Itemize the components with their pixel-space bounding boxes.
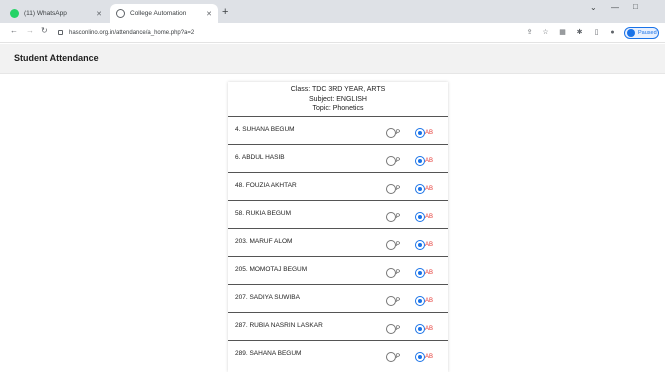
maximize-icon[interactable]: □ (633, 2, 638, 11)
absent-radio[interactable] (415, 296, 425, 306)
absent-radio[interactable] (415, 240, 425, 250)
url-field[interactable]: hasconlino.org.in/attendance/a_home.php?… (58, 25, 488, 40)
present-radio[interactable] (386, 212, 396, 222)
paused-label: Paused (638, 30, 657, 36)
absent-radio[interactable] (415, 212, 425, 222)
tab-title: College Automation (130, 10, 187, 17)
absent-label: AB (425, 242, 434, 248)
student-name: 4. SUHANA BEGUM (235, 126, 295, 133)
whatsapp-icon (10, 9, 19, 18)
student-row: 4. SUHANA BEGUM P AB (228, 116, 448, 144)
present-radio[interactable] (386, 184, 396, 194)
absent-label: AB (425, 354, 434, 360)
absent-label: AB (425, 186, 434, 192)
chevron-down-icon[interactable]: ⌄ (590, 3, 597, 12)
student-name: 287. RUBIA NASRIN LASKAR (235, 322, 323, 329)
present-label: P (396, 186, 401, 192)
share-icon[interactable]: ⇪ (525, 28, 534, 37)
student-name: 205. MOMOTAJ BEGUM (235, 266, 308, 273)
profile-icon[interactable]: ● (608, 28, 617, 37)
student-name: 48. FOUZIA AKHTAR (235, 182, 297, 189)
browser-tab-strip: (11) WhatsApp ✕ College Automation ✕ + ⌄… (0, 0, 665, 23)
avatar (627, 29, 635, 37)
profile-paused-button[interactable]: Paused (624, 27, 659, 39)
close-icon[interactable]: ✕ (96, 10, 102, 18)
minimize-icon[interactable]: — (611, 3, 619, 12)
student-row: 203. MARUF ALOM P AB (228, 228, 448, 256)
student-name: 207. SADIYA SUWIBA (235, 294, 300, 301)
tab-title: (11) WhatsApp (24, 10, 67, 17)
page-title: Student Attendance (14, 53, 99, 63)
address-toolbar: ← → ↻ hasconlino.org.in/attendance/a_hom… (0, 23, 665, 43)
extension-icon[interactable]: ▦ (558, 28, 567, 37)
student-name: 289. SAHANA BEGUM (235, 350, 302, 357)
sidebar-icon[interactable]: ▯ (592, 28, 601, 37)
student-name: 58. RUKIA BEGUM (235, 210, 291, 217)
class-line: Class: TDC 3RD YEAR, ARTS (290, 86, 386, 93)
student-name: 6. ABDUL HASIB (235, 154, 285, 161)
student-row: 58. RUKIA BEGUM P AB (228, 200, 448, 228)
absent-label: AB (425, 214, 434, 220)
student-row: 207. SADIYA SUWIBA P AB (228, 284, 448, 312)
puzzle-icon[interactable]: ✱ (575, 28, 584, 37)
student-name: 203. MARUF ALOM (235, 238, 293, 245)
absent-label: AB (425, 158, 434, 164)
url-text: hasconlino.org.in/attendance/a_home.php?… (69, 29, 195, 36)
present-label: P (396, 130, 401, 136)
tab-whatsapp[interactable]: (11) WhatsApp ✕ (4, 4, 108, 23)
present-radio[interactable] (386, 268, 396, 278)
back-icon[interactable]: ← (10, 26, 18, 35)
absent-radio[interactable] (415, 324, 425, 334)
absent-label: AB (425, 326, 434, 332)
student-row: 205. MOMOTAJ BEGUM P AB (228, 256, 448, 284)
absent-radio[interactable] (415, 184, 425, 194)
present-label: P (396, 354, 401, 360)
absent-radio[interactable] (415, 352, 425, 362)
present-label: P (396, 242, 401, 248)
absent-radio[interactable] (415, 156, 425, 166)
new-tab-button[interactable]: + (222, 4, 228, 20)
absent-label: AB (425, 298, 434, 304)
absent-label: AB (425, 270, 434, 276)
present-label: P (396, 326, 401, 332)
forward-icon[interactable]: → (26, 26, 34, 35)
present-radio[interactable] (386, 324, 396, 334)
attendance-card: Class: TDC 3RD YEAR, ARTS Subject: ENGLI… (228, 82, 448, 372)
present-radio[interactable] (386, 240, 396, 250)
present-radio[interactable] (386, 128, 396, 138)
class-info: Class: TDC 3RD YEAR, ARTS Subject: ENGLI… (228, 82, 448, 116)
close-icon[interactable]: ✕ (206, 10, 212, 18)
absent-label: AB (425, 130, 434, 136)
student-list: 4. SUHANA BEGUM P AB 6. ABDUL HASIB P AB… (228, 116, 448, 368)
absent-radio[interactable] (415, 268, 425, 278)
subject-line: Subject: ENGLISH (309, 95, 367, 103)
page-header: Student Attendance (0, 44, 665, 74)
present-label: P (396, 270, 401, 276)
present-label: P (396, 298, 401, 304)
present-label: P (396, 214, 401, 220)
student-row: 6. ABDUL HASIB P AB (228, 144, 448, 172)
tab-college-automation[interactable]: College Automation ✕ (110, 4, 218, 23)
lock-icon (58, 30, 63, 35)
student-row: 48. FOUZIA AKHTAR P AB (228, 172, 448, 200)
absent-radio[interactable] (415, 128, 425, 138)
reload-icon[interactable]: ↻ (41, 26, 48, 35)
star-icon[interactable]: ☆ (541, 28, 550, 37)
present-label: P (396, 158, 401, 164)
student-row: 287. RUBIA NASRIN LASKAR P AB (228, 312, 448, 340)
globe-icon (116, 9, 125, 18)
topic-line: Topic: Phonetics (312, 105, 364, 112)
present-radio[interactable] (386, 156, 396, 166)
student-row: 289. SAHANA BEGUM P AB (228, 340, 448, 368)
present-radio[interactable] (386, 296, 396, 306)
present-radio[interactable] (386, 352, 396, 362)
